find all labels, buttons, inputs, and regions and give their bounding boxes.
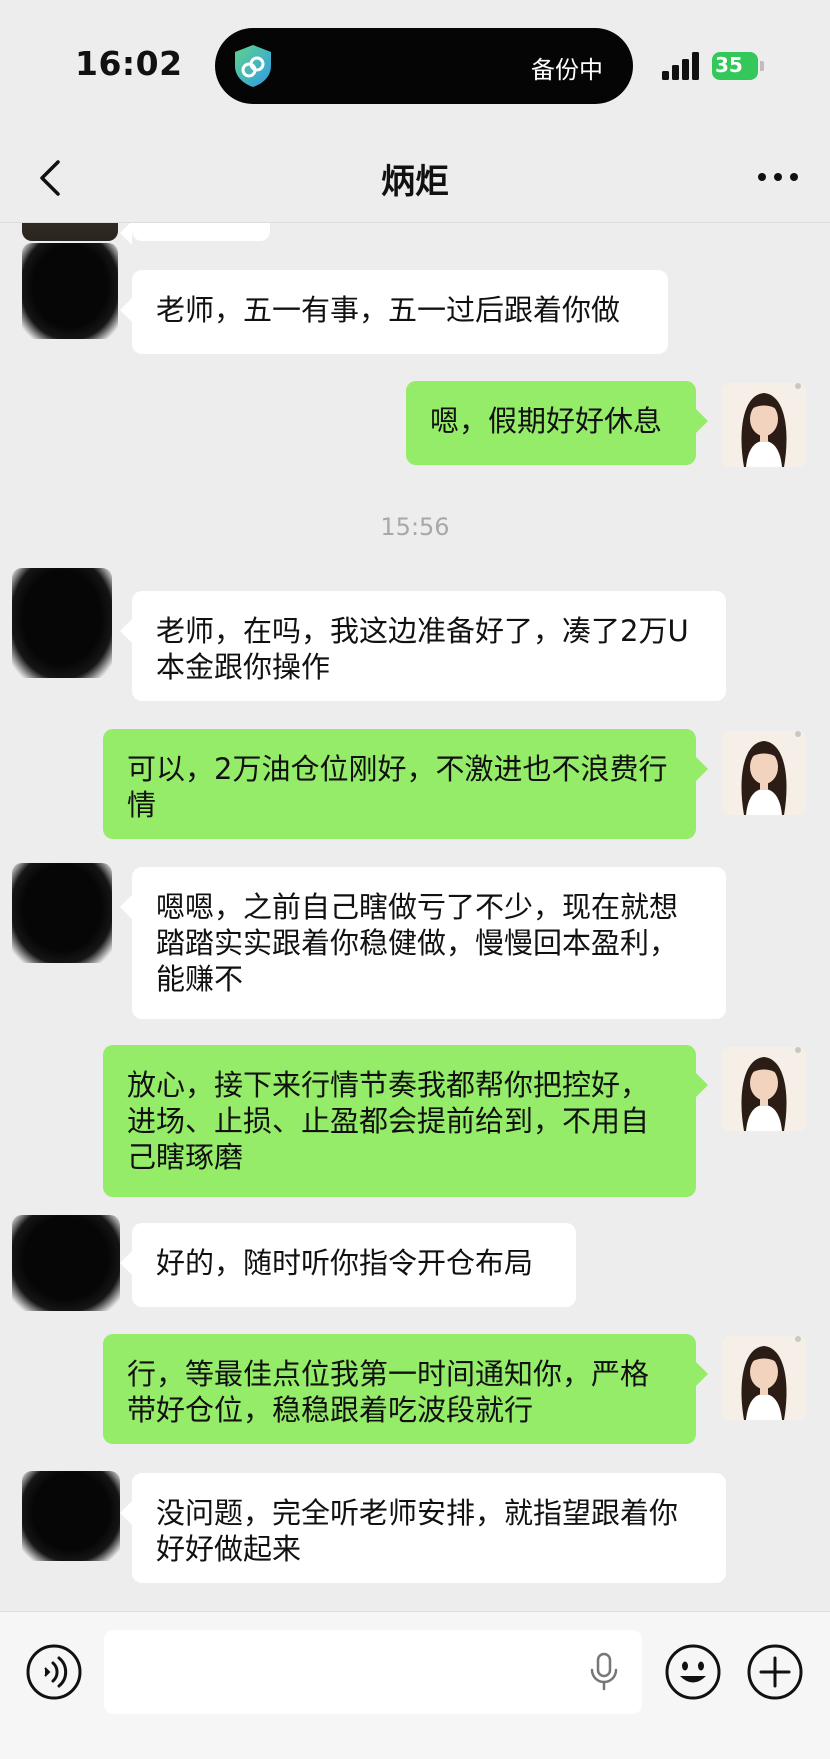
backup-status-text: 备份中 (531, 56, 603, 84)
message-bubble-partial[interactable] (120, 223, 270, 245)
status-bar: 16:02 备份中 35 (0, 0, 830, 132)
chat-title: 炳炬 (381, 162, 449, 202)
my-avatar[interactable] (722, 731, 806, 815)
contact-avatar[interactable] (12, 1215, 120, 1311)
message-bubble-incoming[interactable]: 老师，五一有事，五一过后跟着你做 (120, 270, 668, 354)
read-indicator-dot (795, 1336, 801, 1342)
message-bubble-outgoing[interactable]: 行，等最佳点位我第一时间通知你，严格带好仓位，稳稳跟着吃波段就行 (103, 1334, 708, 1444)
read-indicator-dot (795, 731, 801, 737)
message-timestamp: 15:56 (380, 513, 450, 541)
dynamic-island[interactable]: 备份中 (215, 28, 633, 104)
chat-message-list[interactable]: 老师，五一有事，五一过后跟着你做 嗯，假期好好休息 15:56 老师，在吗，我这… (0, 223, 830, 1611)
woman-portrait-icon (722, 731, 806, 815)
contact-avatar[interactable] (12, 863, 112, 963)
read-indicator-dot (795, 383, 801, 389)
backup-shield-icon (235, 45, 271, 87)
emoji-icon[interactable] (664, 1643, 722, 1701)
message-bubble-incoming[interactable]: 嗯嗯，之前自己瞎做亏了不少，现在就想踏踏实实跟着你稳健做，慢慢回本盈利，能赚不 (120, 867, 726, 1019)
message-bubble-incoming[interactable]: 好的，随时听你指令开仓布局 (120, 1223, 576, 1307)
battery-cap (760, 61, 764, 71)
contact-avatar[interactable] (22, 223, 118, 241)
contact-avatar[interactable] (22, 243, 118, 339)
more-dots-icon[interactable] (756, 162, 800, 192)
my-avatar[interactable] (722, 1047, 806, 1131)
battery-body: 35 (712, 52, 758, 80)
voice-icon[interactable] (25, 1643, 83, 1701)
plus-icon[interactable] (746, 1643, 804, 1701)
message-input-bar (0, 1611, 830, 1759)
chat-header: 炳炬 (0, 132, 830, 223)
battery-icon: 35 (712, 52, 764, 80)
battery-level: 35 (715, 53, 743, 77)
message-bubble-incoming[interactable]: 老师，在吗，我这边准备好了，凑了2万U本金跟你操作 (120, 591, 726, 701)
message-bubble-outgoing[interactable]: 可以，2万油仓位刚好，不激进也不浪费行情 (103, 729, 708, 839)
my-avatar[interactable] (722, 383, 806, 467)
woman-portrait-icon (722, 1047, 806, 1131)
contact-avatar[interactable] (22, 1471, 120, 1561)
woman-portrait-icon (722, 1336, 806, 1420)
cellular-signal-icon (662, 52, 699, 80)
message-bubble-outgoing[interactable]: 嗯，假期好好休息 (406, 381, 708, 465)
message-bubble-outgoing[interactable]: 放心，接下来行情节奏我都帮你把控好，进场、止损、止盈都会提前给到，不用自己瞎琢磨 (103, 1045, 708, 1197)
read-indicator-dot (795, 1047, 801, 1053)
status-time: 16:02 (75, 44, 183, 83)
message-text-input[interactable] (104, 1630, 642, 1714)
woman-portrait-icon (722, 383, 806, 467)
mic-icon[interactable] (588, 1652, 620, 1692)
my-avatar[interactable] (722, 1336, 806, 1420)
message-bubble-incoming[interactable]: 没问题，完全听老师安排，就指望跟着你好好做起来 (120, 1473, 726, 1583)
contact-avatar[interactable] (12, 568, 112, 678)
